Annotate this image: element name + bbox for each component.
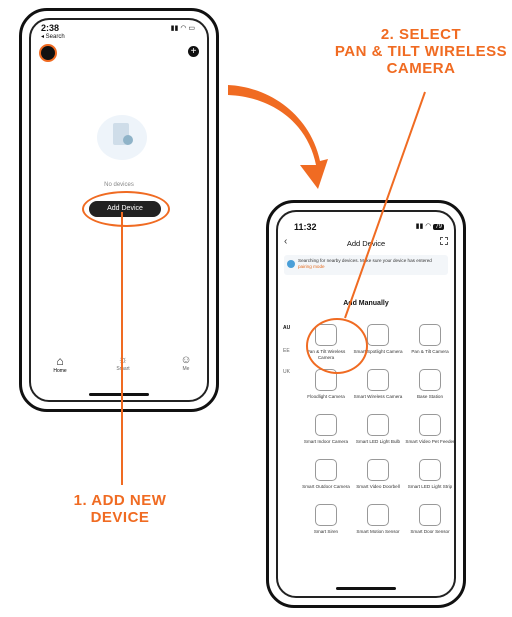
step2-leader-line (344, 91, 426, 319)
callout-lines (121, 91, 426, 485)
